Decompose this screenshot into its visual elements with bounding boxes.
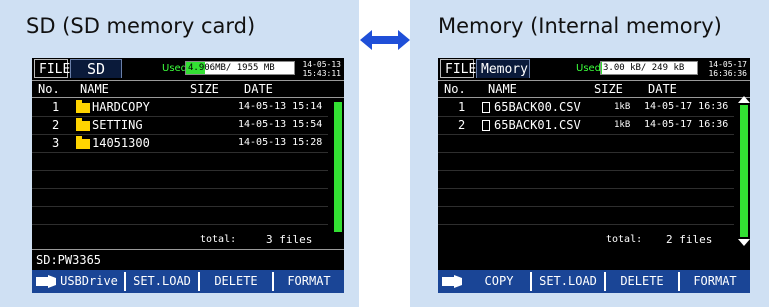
copy-button[interactable]: COPY bbox=[468, 272, 530, 291]
file-date: 14-05-13 15:54 bbox=[238, 119, 323, 130]
sd-panel-title: SD (SD memory card) bbox=[26, 14, 256, 38]
date-value: 14-05-17 bbox=[708, 60, 747, 69]
document-icon bbox=[482, 102, 490, 113]
file-name: 65BACK01.CSV bbox=[494, 118, 581, 132]
col-size: SIZE bbox=[594, 82, 623, 96]
used-label: Used bbox=[162, 63, 188, 74]
row-divider bbox=[32, 170, 328, 171]
folder-icon bbox=[76, 135, 90, 149]
set-load-button[interactable]: SET.LOAD bbox=[126, 272, 198, 291]
col-date: DATE bbox=[244, 82, 273, 96]
row-divider bbox=[438, 224, 734, 225]
file-list-scrollbar[interactable] bbox=[738, 96, 750, 246]
file-date: 14-05-17 16:36 bbox=[644, 119, 729, 130]
row-divider bbox=[438, 170, 734, 171]
total-label: total: bbox=[200, 234, 237, 245]
column-header-row: No. NAME SIZE DATE bbox=[438, 80, 750, 98]
double-headed-arrow-icon bbox=[360, 30, 410, 50]
memory-panel-title: Memory (Internal memory) bbox=[438, 14, 722, 38]
file-name: HARDCOPY bbox=[92, 100, 150, 114]
file-row[interactable]: 3 14051300 14-05-13 15:28 bbox=[32, 134, 328, 152]
total-files: 2 files bbox=[666, 233, 713, 246]
delete-button[interactable]: DELETE bbox=[200, 272, 272, 291]
file-row[interactable]: 1 65BACK00.CSV 1kB 14-05-17 16:36 bbox=[438, 98, 734, 116]
used-capacity-value: 3.00 kB/ 249 kB bbox=[603, 63, 685, 73]
row-divider bbox=[32, 206, 328, 207]
sd-card-panel: SD (SD memory card) FILE SD Used 4.906MB… bbox=[0, 0, 359, 307]
col-no: No. bbox=[38, 82, 60, 96]
scroll-down-arrow-icon[interactable] bbox=[738, 239, 750, 246]
file-no: 2 bbox=[52, 118, 60, 132]
delete-button[interactable]: DELETE bbox=[606, 272, 678, 291]
datetime-display: 14-05-17 16:36:36 bbox=[708, 60, 747, 78]
file-row[interactable]: 1 HARDCOPY 14-05-13 15:14 bbox=[32, 98, 328, 116]
file-no: 1 bbox=[458, 100, 466, 114]
softkey-bar: COPY SET.LOAD DELETE FORMAT bbox=[438, 270, 750, 293]
file-size: 1kB bbox=[614, 120, 631, 130]
scroll-up-arrow-icon[interactable] bbox=[738, 96, 750, 103]
file-no: 3 bbox=[52, 136, 60, 150]
tab-memory[interactable]: Memory bbox=[476, 59, 530, 78]
tab-file[interactable]: FILE bbox=[34, 59, 70, 78]
col-name: NAME bbox=[488, 82, 517, 96]
col-size: SIZE bbox=[190, 82, 219, 96]
used-capacity-bar: 4.906MB/ 1955 MB bbox=[185, 61, 295, 75]
scroll-thumb[interactable] bbox=[334, 102, 342, 232]
datetime-display: 14-05-13 15:43:11 bbox=[302, 60, 341, 78]
softkey-bar: USBDrive SET.LOAD DELETE FORMAT bbox=[32, 270, 344, 293]
memory-topbar: FILE Memory Used 3.00 kB/ 249 kB 14-05-1… bbox=[438, 58, 750, 80]
file-no: 1 bbox=[52, 100, 60, 114]
usb-plug-icon bbox=[442, 275, 462, 288]
date-value: 14-05-13 bbox=[302, 60, 341, 69]
format-button[interactable]: FORMAT bbox=[274, 272, 344, 291]
device-name: SD:PW3365 bbox=[36, 253, 102, 267]
time-value: 15:43:11 bbox=[302, 69, 341, 78]
row-divider bbox=[32, 188, 328, 189]
set-load-button[interactable]: SET.LOAD bbox=[532, 272, 604, 291]
sd-topbar: FILE SD Used 4.906MB/ 1955 MB 14-05-13 1… bbox=[32, 58, 344, 80]
file-row[interactable]: 2 SETTING 14-05-13 15:54 bbox=[32, 116, 328, 134]
internal-memory-panel: Memory (Internal memory) FILE Memory Use… bbox=[410, 0, 769, 307]
file-name: 14051300 bbox=[92, 136, 150, 150]
row-divider bbox=[438, 134, 734, 135]
file-no: 2 bbox=[458, 118, 466, 132]
tab-sd[interactable]: SD bbox=[70, 59, 122, 78]
row-divider bbox=[438, 188, 734, 189]
file-date: 14-05-17 16:36 bbox=[644, 101, 729, 112]
memory-file-screen: FILE Memory Used 3.00 kB/ 249 kB 14-05-1… bbox=[438, 58, 750, 293]
file-size: 1kB bbox=[614, 102, 631, 112]
row-divider bbox=[32, 152, 328, 153]
file-list-scrollbar[interactable] bbox=[332, 94, 342, 242]
usbdrive-button[interactable]: USBDrive bbox=[54, 272, 124, 291]
file-row[interactable]: 2 65BACK01.CSV 1kB 14-05-17 16:36 bbox=[438, 116, 734, 134]
used-capacity-fill bbox=[601, 62, 602, 74]
used-capacity-value: 4.906MB/ 1955 MB bbox=[188, 63, 275, 73]
file-date: 14-05-13 15:14 bbox=[238, 101, 323, 112]
used-label: Used bbox=[576, 63, 602, 74]
total-label: total: bbox=[606, 234, 643, 245]
col-no: No. bbox=[444, 82, 466, 96]
row-divider bbox=[438, 152, 734, 153]
device-name-bar: SD:PW3365 bbox=[32, 249, 344, 270]
total-files: 3 files bbox=[266, 233, 313, 246]
sd-file-screen: FILE SD Used 4.906MB/ 1955 MB 14-05-13 1… bbox=[32, 58, 344, 293]
scroll-thumb[interactable] bbox=[740, 105, 748, 237]
time-value: 16:36:36 bbox=[708, 69, 747, 78]
file-name: SETTING bbox=[92, 118, 143, 132]
row-divider bbox=[438, 206, 734, 207]
row-divider bbox=[32, 224, 328, 225]
tab-file[interactable]: FILE bbox=[440, 59, 476, 78]
column-header-row: No. NAME SIZE DATE bbox=[32, 80, 344, 98]
used-capacity-bar: 3.00 kB/ 249 kB bbox=[600, 61, 698, 75]
col-date: DATE bbox=[648, 82, 677, 96]
document-icon bbox=[482, 120, 490, 131]
folder-icon bbox=[76, 99, 90, 113]
col-name: NAME bbox=[80, 82, 109, 96]
file-date: 14-05-13 15:28 bbox=[238, 137, 323, 148]
format-button[interactable]: FORMAT bbox=[680, 272, 750, 291]
file-name: 65BACK00.CSV bbox=[494, 100, 581, 114]
folder-icon bbox=[76, 117, 90, 131]
